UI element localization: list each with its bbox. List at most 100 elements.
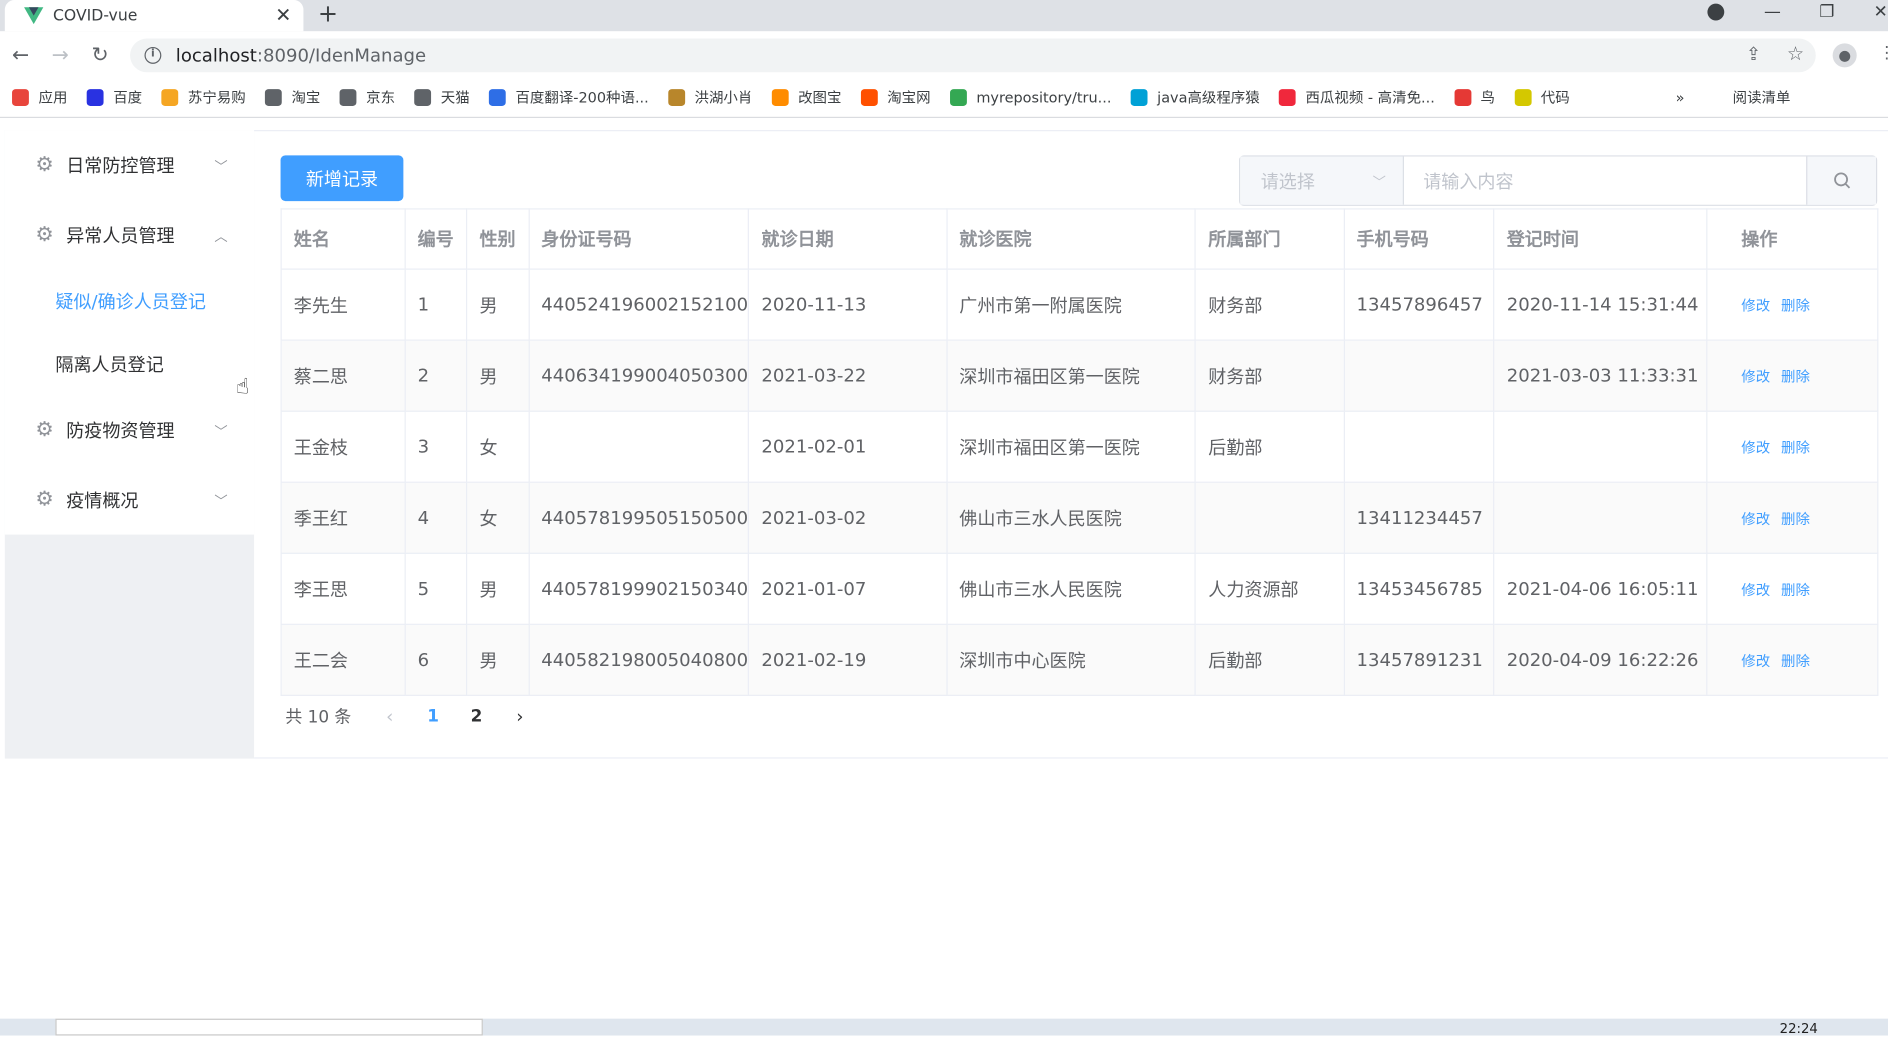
edit-button[interactable]: 修改 <box>1741 439 1770 456</box>
bookmark-label: 淘宝 <box>291 89 321 106</box>
table-row: 季王红 4 女 440578199505150500 2021-03-02 佛山市三水人民… <box>280 482 1879 554</box>
actions-cell: 修改 删除 <box>1706 269 1879 341</box>
table-cell: 后勤部 <box>1195 411 1345 483</box>
bookmark-item[interactable]: 应用 <box>12 87 67 107</box>
delete-button[interactable]: 删除 <box>1781 439 1810 456</box>
bookmark-item[interactable]: 天猫 <box>414 87 470 107</box>
bookmark-item[interactable]: 淘宝网 <box>860 87 931 107</box>
delete-button[interactable]: 删除 <box>1781 511 1810 528</box>
table-cell: 13411234457 <box>1343 482 1495 554</box>
menu-abnormal-personnel[interactable]: ⚙ 异常人员管理 ︿ <box>5 200 254 270</box>
table-cell: 2020-11-13 <box>748 269 948 341</box>
column-header: 操作 <box>1706 208 1879 270</box>
edit-button[interactable]: 修改 <box>1741 653 1770 670</box>
table-cell: 440524196002152100 <box>528 269 750 341</box>
url-bar[interactable]: i localhost:8090/IdenManage ⇪ ☆ <box>130 38 1816 73</box>
bookmark-label: 改图宝 <box>798 89 842 106</box>
chevron-down-icon: ﹀ <box>214 158 228 175</box>
table-cell <box>1494 482 1708 554</box>
bookmark-item[interactable]: 洪湖小肖 <box>668 87 752 107</box>
browser-tab[interactable]: COVID-vue ✕ <box>4 0 304 32</box>
bookmark-star-icon[interactable]: ☆ <box>1787 42 1804 65</box>
table-cell: 男 <box>466 624 530 696</box>
bookmark-item[interactable]: myrepository/tru... <box>949 88 1111 106</box>
share-icon[interactable]: ⇪ <box>1746 43 1761 65</box>
delete-button[interactable]: 删除 <box>1781 368 1810 385</box>
page-1-button[interactable]: 1 <box>411 707 454 726</box>
bookmark-item[interactable]: 西瓜视频 - 高清免... <box>1278 87 1435 107</box>
vue-logo-icon <box>24 7 44 25</box>
page-2-button[interactable]: 2 <box>455 707 498 726</box>
minimize-icon[interactable]: — <box>1764 1 1781 23</box>
menu-daily-prevention[interactable]: ⚙ 日常防控管理 ﹀ <box>5 130 254 200</box>
bookmark-item[interactable]: 改图宝 <box>771 87 842 107</box>
table-cell <box>1343 340 1495 412</box>
actions-cell: 修改 删除 <box>1706 624 1879 696</box>
bookmark-item[interactable]: 淘宝 <box>264 87 321 107</box>
edit-button[interactable]: 修改 <box>1741 582 1770 599</box>
bookmark-item[interactable]: 百度 <box>86 87 142 107</box>
add-record-button[interactable]: 新增记录 <box>280 155 404 202</box>
search-icon <box>1833 172 1850 189</box>
table-cell: 2 <box>404 340 468 412</box>
bookmark-favicon-icon <box>264 88 282 106</box>
close-window-icon[interactable]: ✕ <box>1874 1 1888 23</box>
table-row: 李王思 5 男 440578199902150340 2021-01-07 佛山市三水人民… <box>280 553 1879 625</box>
reading-list-button[interactable]: 阅读清单 <box>1733 87 1791 107</box>
bookmark-label: 洪湖小肖 <box>694 89 753 106</box>
gear-icon: ⚙ <box>35 417 54 442</box>
account-icon[interactable]: ● <box>1832 43 1857 68</box>
sidebar-item-isolation[interactable]: 隔离人员登记 <box>5 332 254 395</box>
menu-supplies[interactable]: ⚙ 防疫物资管理 ﹀ <box>5 395 254 465</box>
table-cell: 440582198005040800 <box>528 624 750 696</box>
menu-kebab-icon[interactable]: ⋮ <box>1878 43 1888 62</box>
gear-icon: ⚙ <box>35 222 54 247</box>
table-cell: 2021-03-22 <box>748 340 948 412</box>
sidebar-item-suspected-confirmed[interactable]: 疑似/确诊人员登记 <box>5 270 254 333</box>
sidebar-menu: ⚙ 日常防控管理 ﹀ ⚙ 异常人员管理 ︿ 疑似/确诊人员登记 隔离人员登记 ⚙… <box>4 130 255 535</box>
delete-button[interactable]: 删除 <box>1781 653 1810 670</box>
bookmark-favicon-icon <box>1514 88 1532 106</box>
close-tab-icon[interactable]: ✕ <box>275 4 291 27</box>
table-cell: 13457891231 <box>1343 624 1495 696</box>
next-page-button[interactable]: › <box>498 706 541 728</box>
menu-overview[interactable]: ⚙ 疫情概况 ﹀ <box>5 465 254 535</box>
menu-label: 异常人员管理 <box>66 224 175 247</box>
chevron-down-icon: ﹀ <box>1372 174 1386 191</box>
table-cell: 13457896457 <box>1343 269 1495 341</box>
delete-button[interactable]: 删除 <box>1781 297 1810 314</box>
bookmark-favicon-icon <box>860 88 878 106</box>
prev-page-button[interactable]: ‹ <box>368 706 411 728</box>
actions-cell: 修改 删除 <box>1706 482 1879 554</box>
back-icon[interactable]: ← <box>12 43 29 67</box>
column-header: 就诊医院 <box>946 208 1197 270</box>
edit-button[interactable]: 修改 <box>1741 297 1770 314</box>
search-button[interactable] <box>1806 156 1876 205</box>
search-input[interactable]: 请输入内容 <box>1404 157 1806 205</box>
taskbar-search[interactable] <box>55 1018 483 1036</box>
bookmark-item[interactable]: 鸟 <box>1454 87 1495 107</box>
search-field-select[interactable]: 请选择 ﹀ <box>1240 156 1404 205</box>
edit-button[interactable]: 修改 <box>1741 511 1770 528</box>
table-cell: 440578199505150500 <box>528 482 750 554</box>
new-tab-button[interactable]: + <box>318 0 338 26</box>
bookmark-item[interactable]: java高级程序猿 <box>1130 87 1260 107</box>
sidebar: ⚙ 日常防控管理 ﹀ ⚙ 异常人员管理 ︿ 疑似/确诊人员登记 隔离人员登记 ⚙… <box>4 130 255 759</box>
bookmark-item[interactable]: 京东 <box>339 87 395 107</box>
bookmark-favicon-icon <box>1454 88 1471 106</box>
edit-button[interactable]: 修改 <box>1741 368 1770 385</box>
restore-icon[interactable]: ❐ <box>1819 1 1834 23</box>
info-icon[interactable]: i <box>144 46 162 64</box>
bookmark-item[interactable]: 代码 <box>1514 87 1570 107</box>
delete-button[interactable]: 删除 <box>1781 582 1810 599</box>
bookmarks-more-button[interactable]: » <box>1676 89 1685 106</box>
profile-dropdown-icon[interactable] <box>1707 3 1725 21</box>
table-cell: 李先生 <box>280 269 406 341</box>
table-header-row: 姓名 编号 性别 身份证号码 就诊日期 就诊医院 所属部门 手机号码 登记时间 操作 <box>280 208 1879 270</box>
forward-icon[interactable]: → <box>52 43 69 67</box>
bookmark-item[interactable]: 苏宁易购 <box>161 87 246 107</box>
table-cell: 李王思 <box>280 553 406 625</box>
reload-icon[interactable]: ↻ <box>92 43 109 67</box>
table-cell: 440578199902150340 <box>528 553 750 625</box>
bookmark-item[interactable]: 百度翻译-200种语... <box>488 87 649 107</box>
